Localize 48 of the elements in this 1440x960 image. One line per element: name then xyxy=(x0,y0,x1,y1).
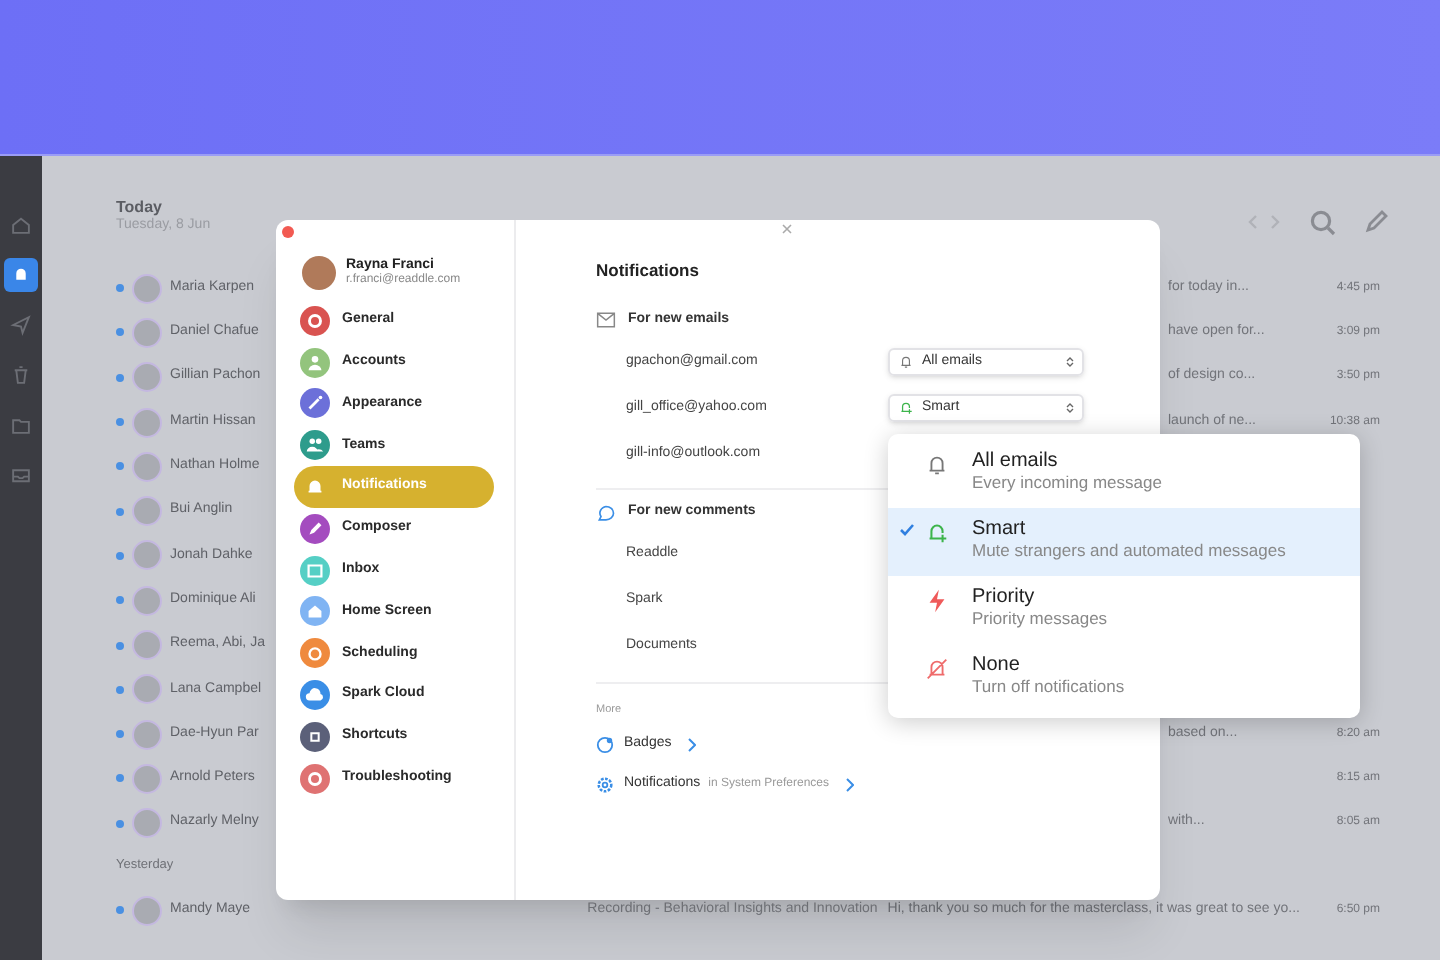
avatar xyxy=(132,540,162,571)
gear-icon xyxy=(596,775,614,793)
bell-off-icon xyxy=(924,656,950,682)
avatar xyxy=(132,407,162,438)
panel-title: Notifications xyxy=(596,258,701,284)
menu-option[interactable]: All emails Every incoming message xyxy=(888,440,1360,508)
avatar xyxy=(132,895,162,925)
avatar xyxy=(132,674,162,705)
bell-plus-icon xyxy=(924,520,950,546)
avatar xyxy=(132,585,162,616)
bell-icon xyxy=(898,353,914,370)
avatar xyxy=(132,317,162,348)
avatar xyxy=(132,719,162,750)
chevron-icon xyxy=(687,737,696,751)
close-icon[interactable] xyxy=(782,224,792,234)
home-icon xyxy=(10,214,32,236)
tray-icon xyxy=(10,464,32,486)
paper-plane-icon xyxy=(10,314,32,336)
envelope-icon xyxy=(596,310,616,330)
avatar xyxy=(132,763,162,794)
badge-icon xyxy=(596,735,614,753)
avatar xyxy=(132,273,162,304)
rail-tab[interactable] xyxy=(4,258,38,292)
menu-option[interactable]: None Turn off notifications xyxy=(888,644,1360,712)
avatar xyxy=(302,256,336,290)
close-button[interactable] xyxy=(282,226,294,238)
lightning-icon xyxy=(924,588,950,614)
search-icon[interactable] xyxy=(1310,209,1336,235)
menu-option[interactable]: Priority Priority messages xyxy=(888,576,1360,644)
section-heading: Today xyxy=(116,196,164,216)
bell-icon xyxy=(924,452,950,478)
avatar xyxy=(132,451,162,482)
bell-icon xyxy=(10,264,32,286)
chevron-icon xyxy=(845,777,853,791)
updown-arrows-icon xyxy=(1066,355,1074,368)
folder-icon xyxy=(10,414,32,436)
bell-plus-icon xyxy=(898,399,914,416)
speech-bubble-icon xyxy=(596,503,616,523)
nav-arrows-icon[interactable] xyxy=(1246,214,1282,230)
check-icon xyxy=(899,524,913,536)
updown-arrows-icon xyxy=(1066,401,1074,414)
menu-option[interactable]: Smart Mute strangers and automated messages xyxy=(888,508,1360,576)
avatar xyxy=(132,808,162,839)
avatar xyxy=(132,496,162,527)
pencil-icon[interactable] xyxy=(1364,210,1388,234)
avatar xyxy=(132,362,162,393)
avatar xyxy=(132,630,162,661)
trash-icon xyxy=(10,364,32,386)
